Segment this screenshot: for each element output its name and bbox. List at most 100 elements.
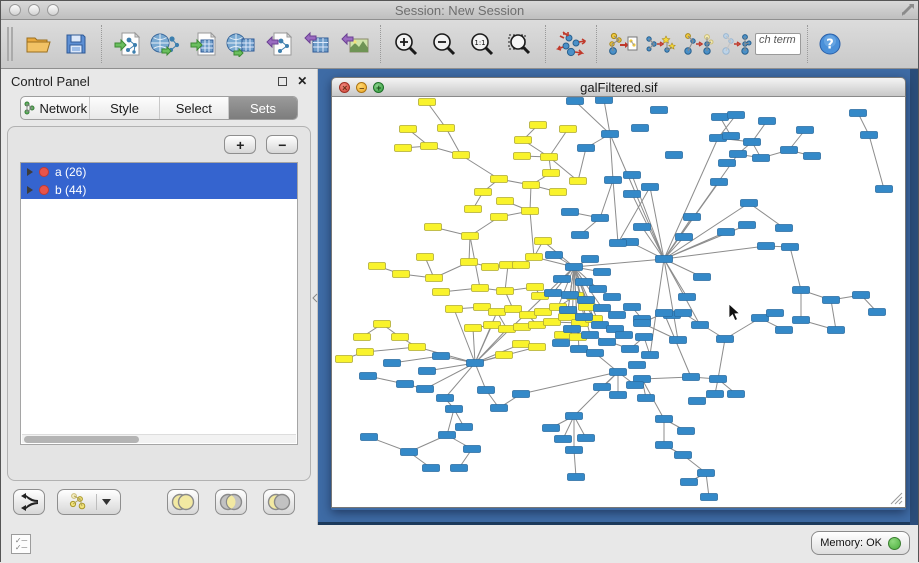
graph-node[interactable]	[582, 256, 599, 263]
graph-node[interactable]	[627, 382, 644, 389]
graph-node[interactable]	[544, 319, 561, 326]
graph-node[interactable]	[417, 254, 434, 261]
graph-node[interactable]	[553, 340, 570, 347]
graph-node[interactable]	[578, 145, 595, 152]
graph-node[interactable]	[579, 304, 596, 311]
minimize-network-icon[interactable]: –	[356, 82, 367, 93]
graph-node[interactable]	[572, 232, 589, 239]
graph-node[interactable]	[467, 360, 484, 367]
graph-node[interactable]	[560, 307, 577, 314]
graph-node[interactable]	[634, 320, 651, 327]
tab-select[interactable]: Select	[160, 97, 229, 119]
graph-node[interactable]	[361, 434, 378, 441]
graph-node[interactable]	[642, 184, 659, 191]
graph-node[interactable]	[571, 346, 588, 353]
graph-node[interactable]	[578, 297, 595, 304]
set-row-b[interactable]: b (44)	[21, 181, 297, 199]
graph-node[interactable]	[475, 189, 492, 196]
graph-node[interactable]	[489, 309, 506, 316]
graph-node[interactable]	[478, 387, 495, 394]
zoom-out-button[interactable]	[425, 24, 463, 64]
graph-node[interactable]	[566, 264, 583, 271]
graph-node[interactable]	[594, 384, 611, 391]
graph-node[interactable]	[421, 143, 438, 150]
graph-node[interactable]	[698, 470, 715, 477]
graph-node[interactable]	[491, 176, 508, 183]
graph-node[interactable]	[400, 126, 417, 133]
graph-node[interactable]	[566, 413, 583, 420]
network-canvas[interactable]	[331, 97, 906, 508]
graph-node[interactable]	[522, 208, 539, 215]
toolbar-grip[interactable]	[7, 27, 13, 61]
graph-node[interactable]	[679, 294, 696, 301]
create-set-dropdown-button[interactable]	[57, 489, 121, 515]
graph-node[interactable]	[582, 332, 599, 339]
graph-node[interactable]	[384, 360, 401, 367]
sets-list[interactable]: a (26) b (44)	[20, 162, 298, 445]
graph-node[interactable]	[438, 125, 455, 132]
float-panel-icon[interactable]	[278, 77, 287, 86]
help-button[interactable]: ?	[814, 24, 846, 64]
graph-node[interactable]	[719, 160, 736, 167]
graph-node[interactable]	[823, 297, 840, 304]
graph-node[interactable]	[869, 309, 886, 316]
graph-node[interactable]	[482, 264, 499, 271]
graph-node[interactable]	[676, 234, 693, 241]
network-view-window[interactable]: × – + galFiltered.sif	[331, 77, 906, 510]
graph-node[interactable]	[624, 304, 641, 311]
graph-node[interactable]	[656, 310, 673, 317]
graph-node[interactable]	[776, 327, 793, 334]
graph-node[interactable]	[497, 288, 514, 295]
graph-node[interactable]	[793, 317, 810, 324]
save-session-button[interactable]	[57, 24, 95, 64]
graph-node[interactable]	[675, 310, 692, 317]
graph-node[interactable]	[520, 312, 537, 319]
maximize-network-icon[interactable]: +	[373, 82, 384, 93]
graph-node[interactable]	[395, 145, 412, 152]
intersection-sets-button[interactable]	[215, 489, 247, 515]
graph-node[interactable]	[634, 224, 651, 231]
hide-selected-button[interactable]	[679, 24, 717, 64]
graph-node[interactable]	[562, 292, 579, 299]
graph-node[interactable]	[605, 177, 622, 184]
zoom-fit-button[interactable]	[501, 24, 539, 64]
graph-node[interactable]	[354, 334, 371, 341]
expander-icon[interactable]	[27, 168, 33, 176]
graph-node[interactable]	[336, 356, 353, 363]
graph-node[interactable]	[642, 352, 659, 359]
graph-node[interactable]	[587, 350, 604, 357]
graph-node[interactable]	[568, 474, 585, 481]
graph-node[interactable]	[530, 122, 547, 129]
export-network-button[interactable]	[260, 24, 298, 64]
graph-node[interactable]	[609, 312, 626, 319]
graph-node[interactable]	[535, 309, 552, 316]
graph-node[interactable]	[417, 386, 434, 393]
show-all-button[interactable]	[717, 24, 755, 64]
graph-node[interactable]	[728, 391, 745, 398]
graph-node[interactable]	[491, 405, 508, 412]
search-input[interactable]: ch term	[755, 33, 801, 55]
close-network-icon[interactable]: ×	[339, 82, 350, 93]
tab-sets[interactable]: Sets	[229, 97, 297, 119]
graph-node[interactable]	[656, 416, 673, 423]
graph-node[interactable]	[567, 98, 584, 105]
union-sets-button[interactable]	[167, 489, 199, 515]
graph-node[interactable]	[496, 352, 513, 359]
graph-node[interactable]	[675, 452, 692, 459]
export-image-button[interactable]	[336, 24, 374, 64]
graph-node[interactable]	[555, 436, 572, 443]
graph-node[interactable]	[393, 271, 410, 278]
graph-node[interactable]	[629, 362, 646, 369]
graph-node[interactable]	[681, 479, 698, 486]
graph-node[interactable]	[419, 368, 436, 375]
graph-node[interactable]	[592, 322, 609, 329]
graph-node[interactable]	[560, 126, 577, 133]
graph-node[interactable]	[624, 191, 641, 198]
graph-node[interactable]	[712, 114, 729, 121]
graph-node[interactable]	[513, 262, 530, 269]
graph-node[interactable]	[610, 240, 627, 247]
import-network-web-button[interactable]	[146, 24, 184, 64]
graph-node[interactable]	[526, 254, 543, 261]
graph-node[interactable]	[730, 151, 747, 158]
graph-node[interactable]	[461, 259, 478, 266]
